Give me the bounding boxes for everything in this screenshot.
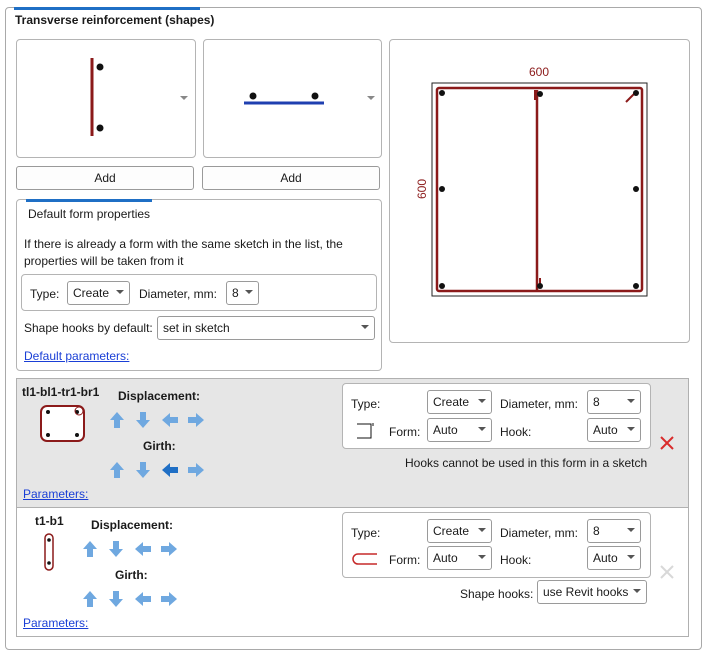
- row-1-form-label: Form:: [389, 425, 421, 439]
- row-2-diameter-label: Diameter, mm:: [500, 526, 579, 540]
- arrow-down-icon[interactable]: [109, 591, 123, 607]
- delete-row-2-close-icon[interactable]: [659, 564, 675, 580]
- arrow-left-icon[interactable]: [135, 542, 151, 556]
- arrow-right-icon[interactable]: [188, 463, 204, 477]
- row-1-girth-arrows: [108, 460, 208, 480]
- chevron-down-icon: [627, 555, 635, 559]
- chevron-down-icon: [478, 427, 486, 431]
- chevron-down-icon: [361, 325, 369, 329]
- row-2-displacement-label: Displacement:: [91, 518, 174, 532]
- row-1-form-select[interactable]: Auto: [427, 418, 492, 442]
- row-1-displacement-label: Displacement:: [118, 389, 201, 403]
- row-2-shape-hooks-select[interactable]: use Revit hooks: [537, 580, 647, 604]
- shape-picker-horizontal[interactable]: [203, 39, 382, 158]
- chevron-down-icon: [116, 290, 124, 294]
- preview-width-label: 600: [529, 65, 550, 79]
- chevron-down-icon: [478, 399, 486, 403]
- row-2-shape-hooks-label: Shape hooks:: [460, 587, 534, 601]
- add-shape-button-2[interactable]: Add: [202, 166, 380, 190]
- default-type-label: Type:: [30, 287, 60, 301]
- closed-stirrup-icon: [40, 405, 85, 442]
- row-1-parameters-link[interactable]: Parameters:: [23, 487, 88, 501]
- chevron-down-icon: [633, 589, 641, 593]
- arrow-up-icon[interactable]: [83, 541, 97, 557]
- arrow-down-icon[interactable]: [109, 541, 123, 557]
- preview-height-label: 600: [415, 178, 430, 200]
- row-1-displacement-arrows: [108, 410, 208, 430]
- row-2-girth-arrows: [81, 589, 181, 609]
- arrow-right-icon[interactable]: [161, 542, 177, 556]
- default-form-info-2: properties will be taken from it: [24, 254, 184, 268]
- arrow-left-icon[interactable]: [162, 463, 178, 477]
- default-diameter-label: Diameter, mm:: [139, 287, 218, 301]
- arrow-up-icon[interactable]: [83, 591, 97, 607]
- default-type-select[interactable]: Create: [67, 281, 130, 305]
- row-2-parameters-link[interactable]: Parameters:: [23, 616, 88, 630]
- default-parameters-link[interactable]: Default parameters:: [24, 349, 129, 363]
- row-2-hook-select[interactable]: Auto: [587, 546, 641, 570]
- default-diameter-select[interactable]: 8: [226, 281, 259, 305]
- row-2-displacement-arrows: [81, 539, 181, 559]
- default-form-title: Default form properties: [28, 207, 151, 221]
- default-hooks-select[interactable]: set in sketch: [157, 316, 375, 340]
- row-1-diameter-label: Diameter, mm:: [500, 397, 579, 411]
- horizontal-bar-sketch-icon: [244, 92, 324, 105]
- chevron-down-icon: [627, 399, 635, 403]
- arrow-down-icon[interactable]: [136, 462, 150, 478]
- arrow-up-icon[interactable]: [110, 462, 124, 478]
- hoop-form-icon: [352, 553, 377, 565]
- row-1-hook-select[interactable]: Auto: [587, 418, 641, 442]
- row-1-girth-label: Girth:: [143, 439, 176, 453]
- row-2-type-label: Type:: [351, 526, 381, 540]
- chevron-down-icon[interactable]: [367, 96, 375, 100]
- arrow-down-icon[interactable]: [136, 412, 150, 428]
- row-2-diameter-select[interactable]: 8: [587, 519, 641, 543]
- chevron-down-icon: [245, 290, 253, 294]
- row-1-type-label: Type:: [351, 397, 381, 411]
- row-2-form-select[interactable]: Auto: [427, 546, 492, 570]
- chevron-down-icon: [478, 528, 486, 532]
- section-tab-indicator: [14, 7, 200, 10]
- row-2-form-label: Form:: [389, 553, 421, 567]
- row-1-message: Hooks cannot be used in this form in a s…: [405, 456, 648, 470]
- arrow-right-icon[interactable]: [188, 413, 204, 427]
- open-form-icon: [357, 423, 374, 439]
- row-1-type-select[interactable]: Create: [427, 390, 492, 414]
- chevron-down-icon: [627, 528, 635, 532]
- shape-row-2-name: t1-b1: [35, 514, 64, 528]
- default-form-tab-indicator: [26, 199, 152, 202]
- default-form-info-1: If there is already a form with the same…: [24, 237, 343, 251]
- arrow-up-icon[interactable]: [110, 412, 124, 428]
- single-hoop-icon: [44, 533, 54, 571]
- delete-row-1-close-icon[interactable]: [659, 435, 675, 451]
- row-1-hook-label: Hook:: [500, 425, 532, 439]
- shape-row-1-name: tl1-bl1-tr1-br1: [22, 385, 100, 399]
- default-hooks-label: Shape hooks by default:: [24, 321, 153, 335]
- row-2-hook-label: Hook:: [500, 553, 532, 567]
- chevron-down-icon: [627, 427, 635, 431]
- section-preview: 600 600: [389, 39, 690, 343]
- section-title: Transverse reinforcement (shapes): [15, 13, 215, 27]
- row-2-girth-label: Girth:: [115, 568, 148, 582]
- arrow-right-icon[interactable]: [161, 592, 177, 606]
- chevron-down-icon[interactable]: [180, 96, 188, 100]
- arrow-left-icon[interactable]: [162, 413, 178, 427]
- row-2-type-select[interactable]: Create: [427, 519, 492, 543]
- shape-picker-vertical[interactable]: [16, 39, 196, 158]
- arrow-left-icon[interactable]: [135, 592, 151, 606]
- chevron-down-icon: [478, 555, 486, 559]
- row-1-diameter-select[interactable]: 8: [587, 390, 641, 414]
- add-shape-button-1[interactable]: Add: [16, 166, 194, 190]
- column-section-drawing: [431, 82, 648, 297]
- vertical-bar-sketch-icon: [90, 58, 104, 136]
